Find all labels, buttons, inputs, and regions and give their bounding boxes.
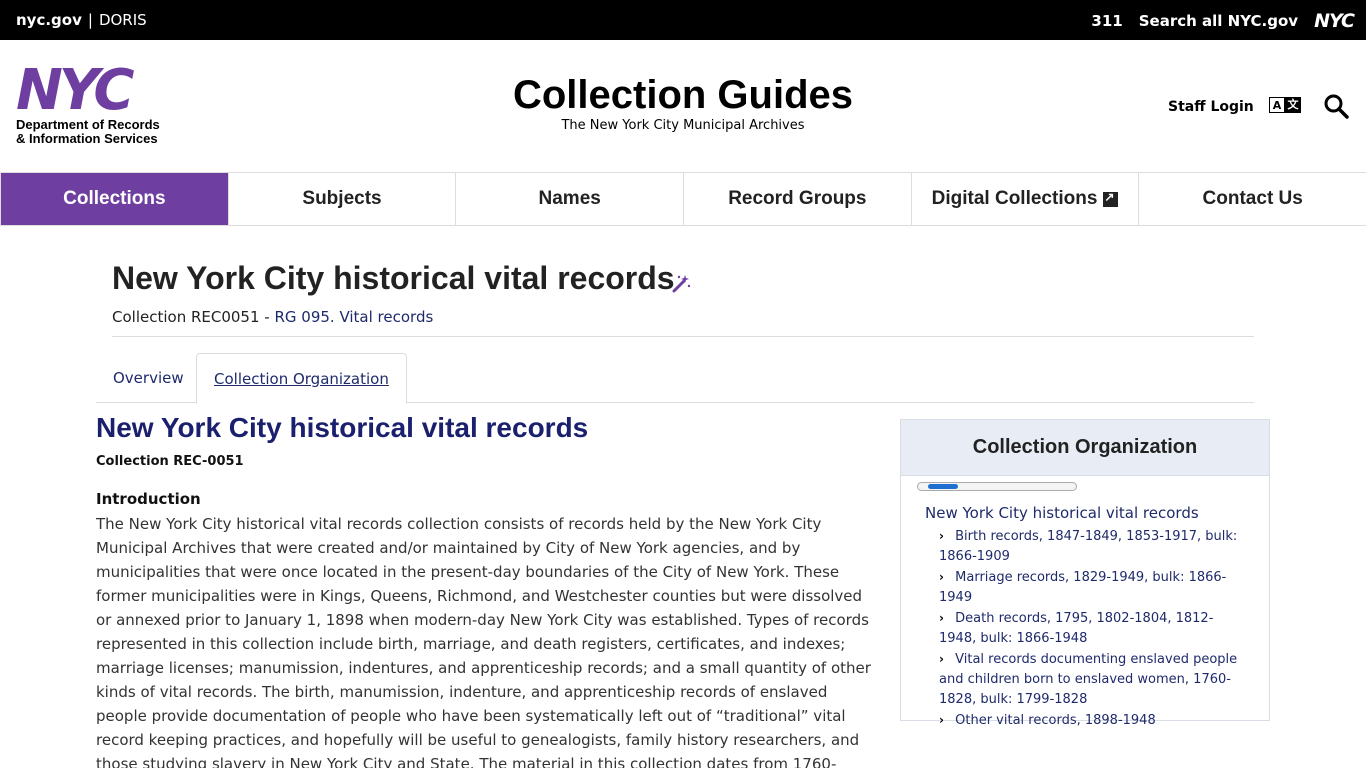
top-bar-separator: | (87, 11, 93, 29)
nyc-logo-icon[interactable]: NYC (1314, 10, 1355, 32)
nav-names-label: Names (538, 188, 601, 209)
staff-login-link[interactable]: Staff Login (1168, 99, 1254, 115)
doris-link[interactable]: DORIS (99, 11, 147, 29)
tree-item-label[interactable]: Birth records, 1847-1849, 1853-1917, bul… (939, 529, 1237, 564)
tab-overview[interactable]: Overview (96, 353, 201, 403)
translate-icon-a: A (1269, 97, 1285, 113)
tree-progress-bar (917, 482, 1077, 491)
introduction-text: The New York City historical vital recor… (96, 515, 871, 768)
tree-item-label[interactable]: Marriage records, 1829-1949, bulk: 1866-… (939, 570, 1226, 605)
tree-item-label[interactable]: Vital records documenting enslaved peopl… (939, 652, 1237, 707)
divider (112, 336, 1254, 337)
tab-bar: Overview Collection Organization (96, 353, 1254, 404)
nav-contact-us-label: Contact Us (1202, 188, 1303, 209)
main-nav: Collections Subjects Names Record Groups… (0, 172, 1366, 226)
tree-item[interactable]: › Death records, 1795, 1802-1804, 1812-1… (939, 608, 1249, 649)
collection-identifier: Collection REC-0051 (96, 454, 244, 469)
search-all-nyc-link[interactable]: Search all NYC.gov (1139, 12, 1298, 30)
external-link-icon (1103, 190, 1119, 207)
nav-record-groups[interactable]: Record Groups (683, 173, 911, 225)
search-icon[interactable] (1323, 93, 1349, 119)
nav-collections-label: Collections (63, 188, 166, 209)
collection-subtitle: Collection REC0051 - RG 095. Vital recor… (112, 308, 433, 326)
tree-progress-fill (928, 484, 958, 489)
tab-collection-organization[interactable]: Collection Organization (196, 353, 407, 404)
panel-title: Collection Organization (901, 420, 1269, 476)
nav-contact-us[interactable]: Contact Us (1138, 173, 1366, 225)
content-title: New York City historical vital records (96, 412, 589, 443)
tree-item-label[interactable]: Other vital records, 1898-1948 (955, 713, 1156, 728)
site-subtitle: The New York City Municipal Archives (561, 118, 805, 133)
tree-root-link[interactable]: New York City historical vital records (925, 504, 1199, 522)
chevron-right-icon[interactable]: › (939, 710, 951, 730)
tree-list: › Birth records, 1847-1849, 1853-1917, b… (939, 526, 1249, 731)
nav-digital-collections[interactable]: Digital Collections (910, 173, 1139, 225)
tree-item-label[interactable]: Death records, 1795, 1802-1804, 1812-194… (939, 611, 1213, 646)
introduction-heading: Introduction (96, 490, 201, 508)
chevron-right-icon[interactable]: › (939, 608, 951, 628)
nyc-gov-link[interactable]: nyc.gov (16, 11, 82, 29)
collection-id-prefix: Collection REC0051 - (112, 308, 275, 326)
site-title: Collection Guides (512, 73, 854, 117)
tree-item[interactable]: › Marriage records, 1829-1949, bulk: 186… (939, 567, 1249, 608)
record-group-link[interactable]: RG 095. Vital records (274, 308, 433, 326)
magic-wand-icon[interactable] (671, 274, 691, 294)
top-bar: nyc.gov | DORIS 311 Search all NYC.gov NYC (0, 0, 1366, 40)
translate-icon[interactable]: A 文 (1269, 97, 1301, 113)
tree-item[interactable]: › Birth records, 1847-1849, 1853-1917, b… (939, 526, 1249, 567)
nav-subjects[interactable]: Subjects (227, 173, 456, 225)
translate-icon-b: 文 (1285, 97, 1301, 113)
chevron-right-icon[interactable]: › (939, 649, 951, 669)
link-311[interactable]: 311 (1091, 12, 1122, 30)
chevron-right-icon[interactable]: › (939, 567, 951, 587)
nav-digital-collections-label: Digital Collections (931, 188, 1098, 209)
collection-title: New York City historical vital records (112, 260, 675, 296)
chevron-right-icon[interactable]: › (939, 526, 951, 546)
top-bar-right: 311 Search all NYC.gov NYC (1075, 10, 1355, 32)
collection-organization-panel: Collection Organization New York City hi… (900, 419, 1270, 728)
nav-names[interactable]: Names (455, 173, 683, 225)
logo-dept-line2: & Information Services (16, 131, 158, 146)
top-bar-left: nyc.gov | DORIS (16, 11, 147, 29)
nav-record-groups-label: Record Groups (728, 188, 867, 209)
nav-collections[interactable]: Collections (0, 173, 228, 225)
tree-item[interactable]: › Other vital records, 1898-1948 (939, 710, 1249, 731)
tree-item[interactable]: › Vital records documenting enslaved peo… (939, 649, 1249, 710)
nav-subjects-label: Subjects (302, 188, 382, 209)
